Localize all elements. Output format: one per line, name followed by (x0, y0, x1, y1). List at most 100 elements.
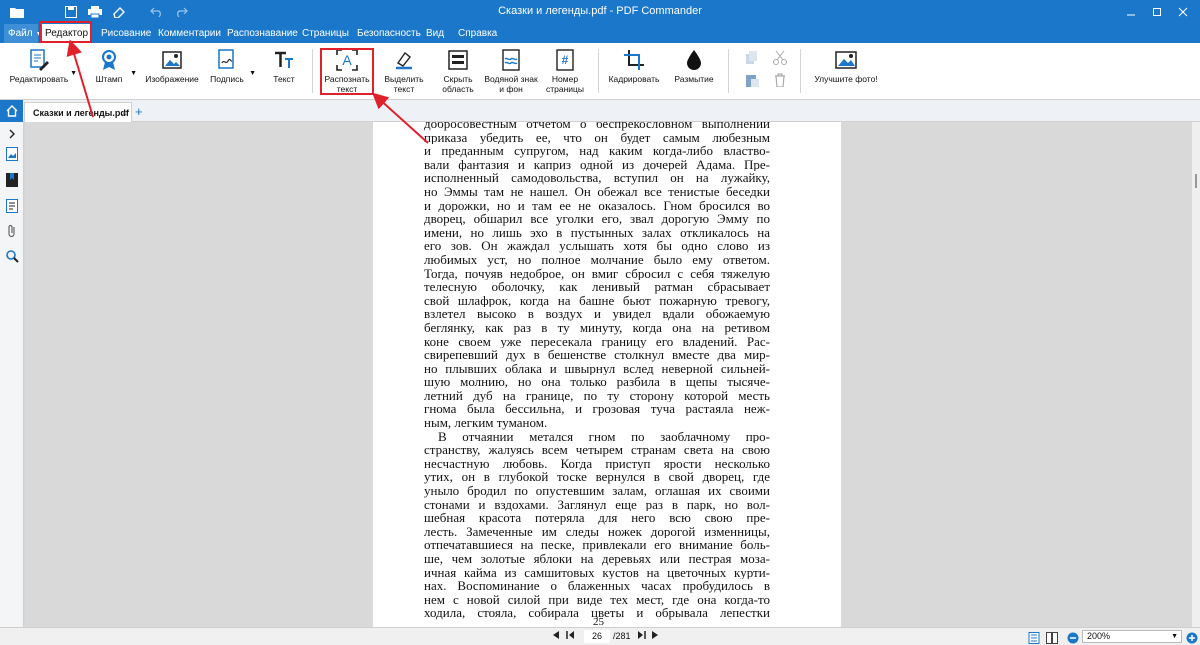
menu-bar: Файл ▼ Редактор Рисование Комментарии Рас… (0, 24, 1200, 45)
page-text-line: гнома была бессильна, и грозовая туча ра… (424, 402, 770, 417)
ribbon-divider (728, 49, 729, 93)
page-text-line: нем с новой силой при виде тех мест, где… (424, 592, 770, 607)
tab-recognition[interactable]: Распознавание (227, 24, 298, 43)
next-page-button[interactable] (651, 630, 659, 643)
svg-text:#: # (562, 53, 569, 67)
close-tab-icon[interactable]: × (122, 108, 127, 118)
text-button[interactable]: Текст (270, 49, 298, 84)
bookmarks-button[interactable] (4, 172, 20, 188)
chevron-right-icon (9, 129, 15, 139)
tab-comments[interactable]: Комментарии (158, 24, 221, 43)
page-text-line: коне своем уже пересекала границу его вл… (424, 334, 770, 349)
tab-security[interactable]: Безопасность (357, 24, 421, 43)
minus-circle-icon (1067, 632, 1079, 644)
page-text-line: ным, легким туманом. (424, 416, 548, 430)
tab-pages[interactable]: Страницы (302, 24, 349, 43)
page-number-footer: 25 (593, 616, 604, 627)
total-pages: /281 (613, 631, 631, 641)
watermark-label-1: Водяной знак (484, 74, 538, 84)
scrollbar-thumb[interactable] (1195, 174, 1197, 188)
page-text-line: дворец, обшарил все уголки его, звал дор… (424, 212, 770, 226)
single-page-view-button[interactable] (1028, 631, 1040, 644)
two-page-view-button[interactable] (1046, 631, 1058, 644)
attachments-button[interactable] (4, 223, 20, 239)
expand-sidebar-button[interactable] (4, 126, 20, 142)
ribbon-toolbar: Редактировать ▼ Штамп ▼ Изображение Подп… (0, 43, 1200, 100)
comments-icon (6, 199, 18, 213)
maximize-button[interactable] (1144, 0, 1170, 24)
chevron-down-icon[interactable]: ▼ (249, 69, 256, 79)
page-text-line: исполненный самодовольства, вступил он н… (424, 171, 770, 185)
signature-label: Подпись (210, 74, 244, 84)
page-text-line: любимых уст, но полное молчание было ему… (424, 252, 770, 267)
minimize-icon (1127, 14, 1135, 16)
page-text-line: странству, жалуясь всем четырем странам … (424, 443, 770, 457)
page-text-line: и дорожки, но и там ее не оказалось. Гно… (424, 198, 770, 213)
page-text-line: нах. Воспоминание о блаженных часах проб… (424, 579, 770, 593)
signature-button[interactable]: Подпись ▼ (210, 49, 256, 84)
stamp-label: Штамп (95, 74, 123, 84)
tab-help[interactable]: Справка (458, 24, 497, 43)
home-button[interactable] (0, 100, 23, 122)
recognize-text-button[interactable]: A Распознать текст (324, 49, 370, 94)
zoom-value: 200% (1087, 631, 1111, 641)
search-icon (5, 249, 19, 263)
tab-view[interactable]: Вид (426, 24, 444, 43)
redact-icon (447, 49, 469, 71)
page-text-line: и преданным супругом, над каким когда-ли… (424, 144, 770, 158)
add-tab-button[interactable]: + (135, 104, 143, 119)
tab-editor[interactable]: Редактор (42, 24, 91, 45)
image-label: Изображение (145, 74, 199, 84)
zoom-out-button[interactable] (1067, 631, 1079, 644)
tab-drawing[interactable]: Рисование (101, 24, 151, 43)
plus-circle-icon (1186, 632, 1198, 644)
page-text-line: его зов. Он жаждал услышать хотя бы одно… (424, 239, 770, 253)
stamp-button[interactable]: Штамп ▼ (93, 49, 137, 84)
last-page-button[interactable] (637, 630, 646, 643)
crop-button[interactable]: Кадрировать (608, 49, 660, 84)
trash-icon (775, 73, 785, 88)
document-tab[interactable]: Сказки и легенды.pdf × (24, 102, 132, 122)
hide-area-button[interactable]: Скрыть область (440, 49, 476, 94)
crop-label: Кадрировать (608, 74, 660, 84)
edit-button[interactable]: Редактировать ▼ (10, 49, 77, 84)
droplet-icon (683, 49, 705, 71)
search-button[interactable] (4, 248, 20, 264)
close-window-button[interactable] (1170, 0, 1196, 24)
page-text-line: но плывших облака и швырнул вслед неверн… (424, 361, 770, 376)
page-text-line: вали фантазия и каприз одной из дочерей … (424, 157, 770, 172)
prev-page-button[interactable] (552, 630, 560, 643)
improve-photo-button[interactable]: Улучшите фото! (814, 49, 878, 84)
page-number-button[interactable]: # Номер страницы (545, 49, 585, 94)
select-text-button[interactable]: Выделить текст (384, 49, 424, 94)
paste-button[interactable] (745, 73, 759, 92)
zoom-in-button[interactable] (1186, 631, 1198, 644)
page-number-label-1: Номер (551, 74, 579, 84)
triangle-right-icon (652, 631, 658, 639)
chevron-down-icon[interactable]: ▼ (130, 69, 137, 79)
current-page-input[interactable]: 26 (584, 630, 610, 643)
cut-button[interactable] (773, 50, 787, 70)
thumbnails-button[interactable] (4, 146, 20, 162)
watermark-button[interactable]: Водяной знак и фон (484, 49, 538, 94)
minimize-button[interactable] (1118, 0, 1144, 24)
delete-button[interactable] (773, 73, 787, 92)
image-button[interactable]: Изображение (145, 49, 199, 84)
clipboard-icon (746, 75, 759, 87)
document-tab-label: Сказки и легенды.pdf (33, 108, 129, 118)
page-number-label-2: страницы (545, 84, 585, 94)
zoom-select[interactable]: 200% ▼ (1082, 630, 1182, 643)
page-text-line: лесть. Замеченные им следы ножек дорогой… (424, 524, 770, 539)
watermark-label-2: и фон (499, 84, 523, 94)
single-page-icon (1028, 632, 1040, 644)
page-text-line: свой шлафрок, когда на башне бьют пожарн… (424, 293, 770, 308)
file-menu[interactable]: Файл ▼ (4, 24, 43, 43)
stamp-icon (98, 49, 120, 71)
page-number-icon: # (554, 49, 576, 71)
comments-panel-button[interactable] (4, 198, 20, 214)
blur-button[interactable]: Размытие (672, 49, 716, 84)
chevron-down-icon[interactable]: ▼ (70, 69, 77, 79)
first-page-button[interactable] (566, 630, 575, 643)
copy-button[interactable] (745, 51, 759, 70)
vertical-scrollbar[interactable] (1192, 122, 1200, 627)
